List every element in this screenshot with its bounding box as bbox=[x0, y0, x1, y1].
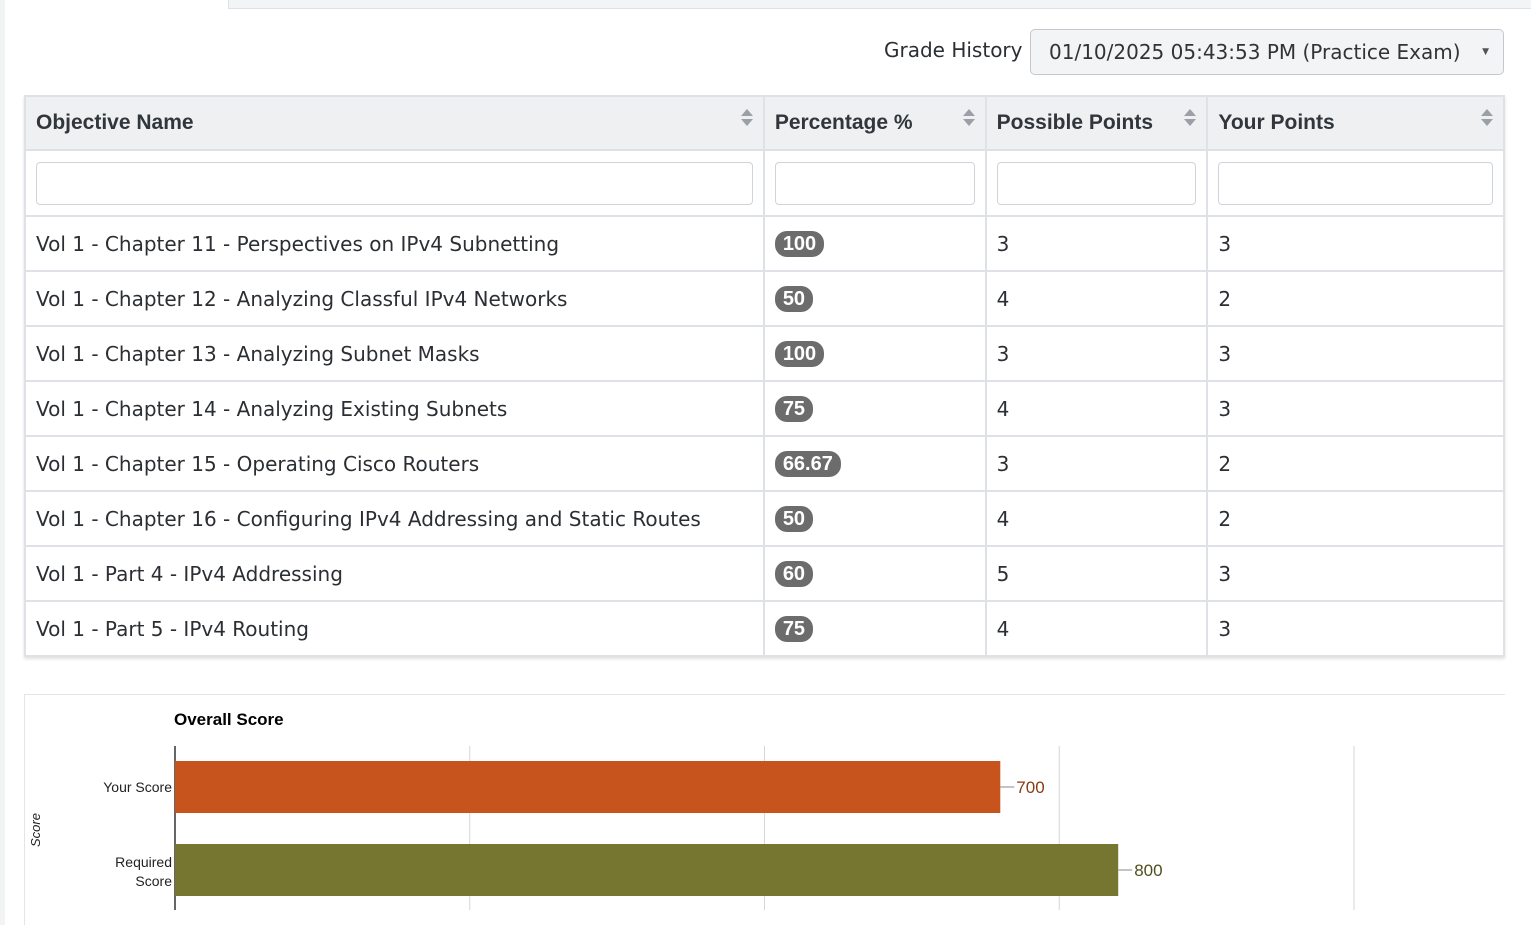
sort-icon[interactable] bbox=[1184, 109, 1197, 127]
objective-name-cell: Vol 1 - Chapter 16 - Configuring IPv4 Ad… bbox=[24, 490, 765, 547]
objective-name-cell: Vol 1 - Chapter 14 - Analyzing Existing … bbox=[24, 380, 765, 437]
percentage-cell: 50 bbox=[762, 490, 987, 547]
filter-input-objective-name[interactable] bbox=[36, 161, 753, 205]
your-points-cell: 3 bbox=[1206, 380, 1505, 437]
y-axis-label: Score bbox=[28, 813, 43, 847]
table-row[interactable]: Vol 1 - Part 5 - IPv4 Routing 75 4 3 bbox=[24, 600, 1505, 657]
possible-points-cell: 4 bbox=[984, 600, 1209, 657]
column-header-label: Percentage % bbox=[774, 111, 913, 134]
category-label: Required Score bbox=[115, 854, 172, 889]
grade-history-select[interactable]: 01/10/2025 05:43:53 PM (Practice Exam) ▼ bbox=[1030, 29, 1504, 75]
percentage-badge: 75 bbox=[774, 395, 814, 422]
column-header-objective-name[interactable]: Objective Name bbox=[24, 95, 765, 151]
percentage-badge: 66.67 bbox=[774, 450, 841, 477]
column-header-your-points[interactable]: Your Points bbox=[1206, 95, 1505, 151]
grade-history-selected-value: 01/10/2025 05:43:53 PM (Practice Exam) bbox=[1049, 40, 1461, 64]
filter-cell bbox=[762, 149, 987, 217]
grade-history-label: Grade History bbox=[884, 38, 1023, 62]
percentage-badge: 75 bbox=[774, 615, 814, 642]
data-label: 700 bbox=[1016, 778, 1044, 797]
chevron-down-icon: ▼ bbox=[1482, 47, 1489, 57]
table-row[interactable]: Vol 1 - Chapter 16 - Configuring IPv4 Ad… bbox=[24, 490, 1505, 547]
percentage-cell: 75 bbox=[762, 600, 987, 657]
filter-input-possible-points[interactable] bbox=[996, 161, 1197, 205]
sort-icon[interactable] bbox=[740, 109, 753, 127]
sort-icon[interactable] bbox=[1481, 109, 1493, 127]
percentage-cell: 100 bbox=[762, 325, 987, 382]
your-points-cell: 2 bbox=[1206, 270, 1505, 327]
your-points-cell: 2 bbox=[1206, 435, 1505, 492]
percentage-badge: 50 bbox=[774, 505, 814, 532]
percentage-badge: 50 bbox=[774, 285, 814, 312]
percentage-badge: 60 bbox=[774, 560, 814, 587]
column-header-label: Objective Name bbox=[36, 111, 194, 134]
column-header-label: Possible Points bbox=[996, 111, 1153, 134]
percentage-cell: 75 bbox=[762, 380, 987, 437]
filter-cell bbox=[984, 149, 1209, 217]
column-header-label: Your Points bbox=[1218, 111, 1335, 134]
bars-group: 700 Your Score 800 Required Score bbox=[103, 761, 1163, 896]
your-points-cell: 2 bbox=[1206, 490, 1505, 547]
possible-points-cell: 4 bbox=[984, 490, 1209, 547]
your-points-cell: 3 bbox=[1206, 600, 1505, 657]
your-points-cell: 3 bbox=[1206, 215, 1505, 272]
possible-points-cell: 3 bbox=[984, 325, 1209, 382]
your-points-cell: 3 bbox=[1206, 545, 1505, 602]
filter-input-your-points[interactable] bbox=[1218, 161, 1493, 205]
objectives-table: Objective Name Percentage % Possible Poi… bbox=[24, 95, 1505, 657]
possible-points-cell: 4 bbox=[984, 380, 1209, 437]
objective-name-cell: Vol 1 - Chapter 11 - Perspectives on IPv… bbox=[24, 215, 765, 272]
column-header-possible-points[interactable]: Possible Points bbox=[984, 95, 1209, 151]
objective-name-cell: Vol 1 - Part 4 - IPv4 Addressing bbox=[24, 545, 765, 602]
percentage-cell: 100 bbox=[762, 215, 987, 272]
table-row[interactable]: Vol 1 - Chapter 15 - Operating Cisco Rou… bbox=[24, 435, 1505, 492]
objective-name-cell: Vol 1 - Part 5 - IPv4 Routing bbox=[24, 600, 765, 657]
sort-icon[interactable] bbox=[962, 109, 975, 127]
possible-points-cell: 3 bbox=[984, 215, 1209, 272]
column-header-percentage[interactable]: Percentage % bbox=[762, 95, 987, 151]
your-points-cell: 3 bbox=[1206, 325, 1505, 382]
table-row[interactable]: Vol 1 - Part 4 - IPv4 Addressing 60 5 3 bbox=[24, 545, 1505, 602]
objective-name-cell: Vol 1 - Chapter 12 - Analyzing Classful … bbox=[24, 270, 765, 327]
data-label: 800 bbox=[1134, 861, 1162, 880]
percentage-badge: 100 bbox=[774, 230, 825, 257]
objective-name-cell: Vol 1 - Chapter 13 - Analyzing Subnet Ma… bbox=[24, 325, 765, 382]
percentage-cell: 66.67 bbox=[762, 435, 987, 492]
objective-name-cell: Vol 1 - Chapter 15 - Operating Cisco Rou… bbox=[24, 435, 765, 492]
possible-points-cell: 5 bbox=[984, 545, 1209, 602]
chart-title: Overall Score bbox=[174, 710, 284, 729]
table-row[interactable]: Vol 1 - Chapter 11 - Perspectives on IPv… bbox=[24, 215, 1505, 272]
possible-points-cell: 3 bbox=[984, 435, 1209, 492]
category-label: Your Score bbox=[103, 779, 172, 795]
percentage-cell: 50 bbox=[762, 270, 987, 327]
bar-your-score[interactable] bbox=[175, 761, 1001, 813]
bar-required-score[interactable] bbox=[175, 844, 1119, 896]
left-edge bbox=[0, 0, 5, 925]
overall-score-chart: Score 700 Your Score 800 Required Score bbox=[28, 746, 1355, 910]
tab-strip bbox=[228, 0, 1531, 9]
filter-cell bbox=[24, 149, 765, 217]
filter-input-percentage[interactable] bbox=[774, 161, 975, 205]
filter-cell bbox=[1206, 149, 1505, 217]
possible-points-cell: 4 bbox=[984, 270, 1209, 327]
table-row[interactable]: Vol 1 - Chapter 14 - Analyzing Existing … bbox=[24, 380, 1505, 437]
percentage-badge: 100 bbox=[774, 340, 825, 367]
percentage-cell: 60 bbox=[762, 545, 987, 602]
table-row[interactable]: Vol 1 - Chapter 13 - Analyzing Subnet Ma… bbox=[24, 325, 1505, 382]
table-row[interactable]: Vol 1 - Chapter 12 - Analyzing Classful … bbox=[24, 270, 1505, 327]
